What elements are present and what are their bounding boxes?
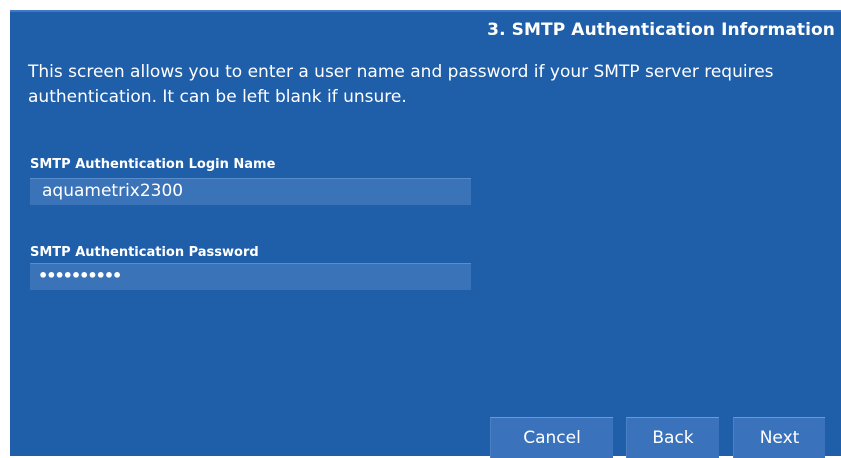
back-button[interactable]: Back [626, 417, 719, 458]
page-title: 3. SMTP Authentication Information [487, 20, 835, 40]
description-text: This screen allows you to enter a user n… [28, 62, 774, 107]
login-name-input[interactable]: aquametrix2300 [30, 178, 471, 205]
login-name-value: aquametrix2300 [42, 181, 184, 201]
password-masked-value: •••••••••• [38, 266, 122, 285]
cancel-button[interactable]: Cancel [490, 417, 613, 458]
login-name-label: SMTP Authentication Login Name [30, 157, 276, 172]
wizard-panel: 3. SMTP Authentication Information This … [10, 10, 841, 458]
password-input[interactable]: •••••••••• [30, 263, 471, 290]
next-button[interactable]: Next [733, 417, 825, 458]
password-label: SMTP Authentication Password [30, 245, 259, 260]
